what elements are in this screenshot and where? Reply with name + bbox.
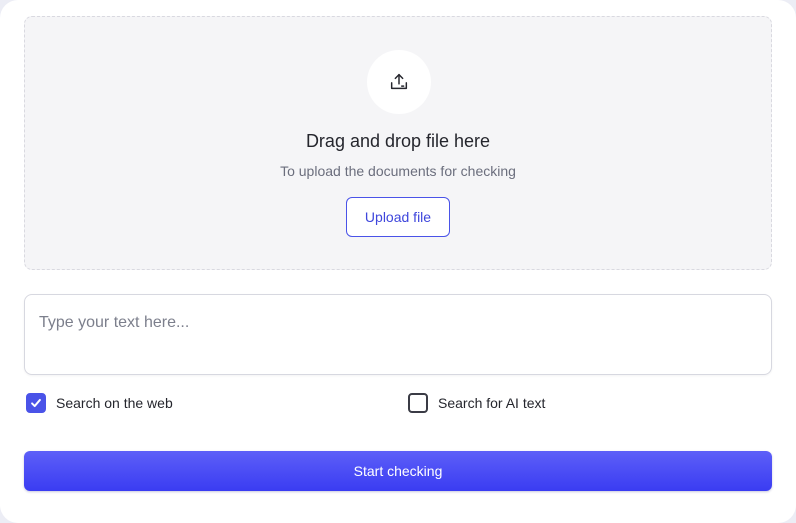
search-ai-checkbox[interactable] xyxy=(408,393,428,413)
start-checking-button[interactable]: Start checking xyxy=(24,451,772,491)
search-web-label: Search on the web xyxy=(56,395,173,411)
search-ai-label: Search for AI text xyxy=(438,395,546,411)
text-input[interactable] xyxy=(24,294,772,375)
upload-tray-icon xyxy=(390,73,408,90)
search-ai-option[interactable]: Search for AI text xyxy=(408,393,545,413)
upload-icon-circle xyxy=(367,50,431,114)
file-dropzone[interactable]: Drag and drop file here To upload the do… xyxy=(24,16,772,270)
search-web-checkbox[interactable] xyxy=(26,393,46,413)
search-web-option[interactable]: Search on the web xyxy=(26,393,173,413)
dropzone-title: Drag and drop file here xyxy=(305,131,491,151)
upload-card: Drag and drop file here To upload the do… xyxy=(0,0,796,523)
upload-file-button[interactable]: Upload file xyxy=(346,197,450,237)
check-icon xyxy=(31,398,41,408)
dropzone-subtitle: To upload the documents for checking xyxy=(280,163,516,179)
